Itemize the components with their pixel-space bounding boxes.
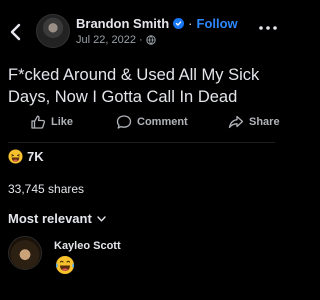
- like-button[interactable]: Like: [30, 114, 73, 130]
- separator-dot: ·: [188, 16, 193, 31]
- share-arrow-icon: [228, 115, 244, 129]
- chevron-down-icon: [97, 215, 106, 221]
- laughing-tears-emoji-icon: [55, 256, 75, 274]
- comment-sort-dropdown[interactable]: Most relevant: [8, 211, 106, 226]
- author-row: Brandon Smith · Follow: [76, 16, 238, 31]
- share-button[interactable]: Share: [228, 114, 280, 130]
- thumbs-up-icon: [31, 115, 46, 129]
- share-label: Share: [249, 116, 280, 128]
- comment-button[interactable]: Comment: [116, 114, 188, 130]
- post-date[interactable]: Jul 22, 2022: [76, 34, 136, 46]
- reactions-summary[interactable]: 7K: [8, 149, 44, 164]
- author-avatar[interactable]: [36, 14, 70, 48]
- back-chevron-icon[interactable]: [8, 22, 24, 42]
- like-label: Like: [51, 116, 74, 128]
- verified-badge-icon: [173, 18, 185, 29]
- comment-bubble-icon: [116, 115, 132, 129]
- post-meta: Jul 22, 2022 ·: [76, 34, 156, 46]
- more-options-icon[interactable]: [258, 24, 278, 32]
- follow-button[interactable]: Follow: [197, 16, 238, 31]
- sort-label: Most relevant: [8, 211, 92, 226]
- author-name[interactable]: Brandon Smith: [76, 16, 169, 31]
- post-actions: Like Comment Share: [0, 114, 283, 140]
- shares-count[interactable]: 33,745 shares: [8, 182, 84, 196]
- meta-separator: ·: [138, 34, 143, 46]
- globe-icon: [145, 35, 156, 45]
- commenter-name[interactable]: Kayleo Scott: [54, 240, 121, 252]
- reaction-count: 7K: [27, 149, 44, 164]
- post-text: F*cked Around & Used All My Sick Days, N…: [8, 66, 260, 106]
- comment-label: Comment: [137, 116, 188, 128]
- commenter-avatar[interactable]: [8, 236, 42, 270]
- haha-emoji-icon: [8, 149, 23, 164]
- divider: [8, 142, 275, 143]
